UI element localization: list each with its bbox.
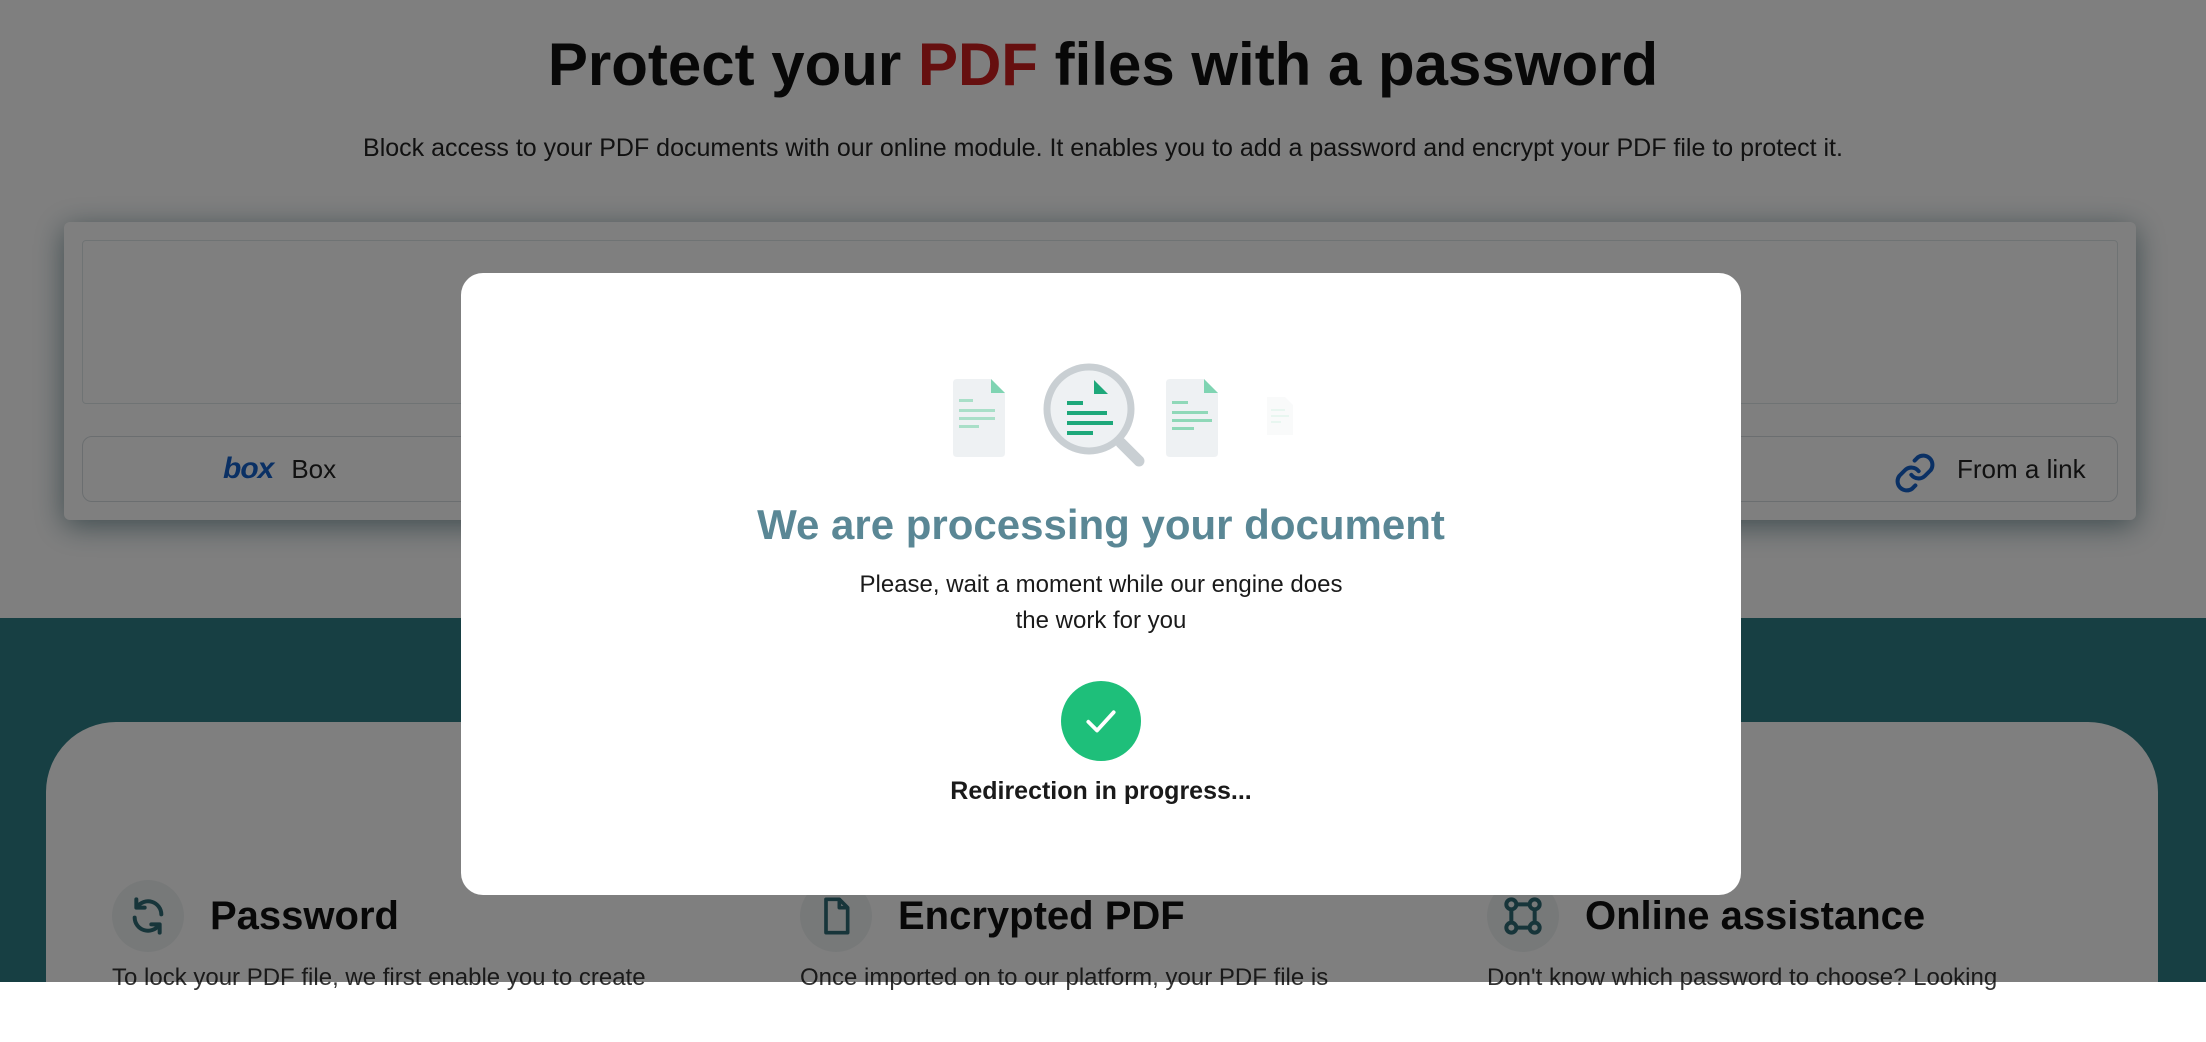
document-scan-illustration-icon [953,363,1293,467]
processing-modal: We are processing your document Please, … [461,273,1741,895]
modal-message: Please, wait a moment while our engine d… [859,571,1343,634]
modal-title: We are processing your document [757,501,1445,548]
success-check-icon [1061,681,1141,761]
redirect-status: Redirection in progress... [950,777,1252,805]
